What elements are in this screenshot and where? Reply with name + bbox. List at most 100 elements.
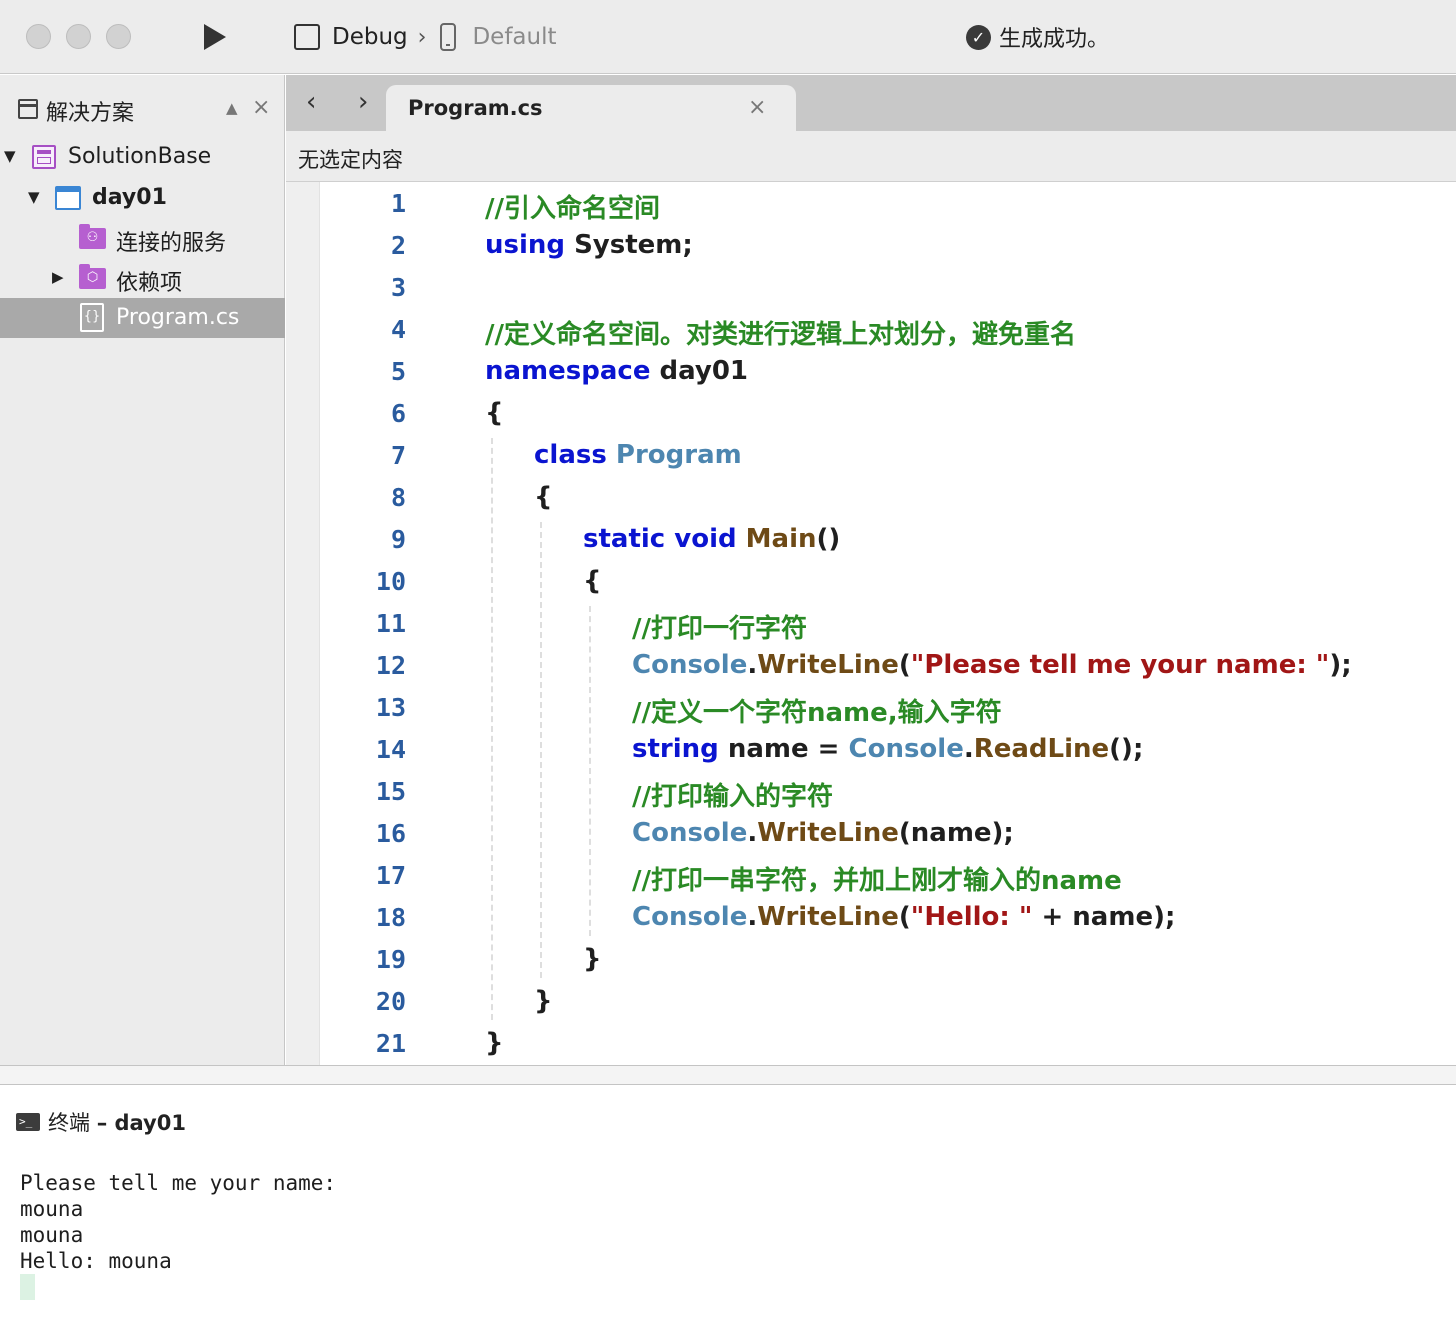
terminal-panel[interactable]: >_ 终端 – day01 Please tell me your name: … <box>0 1086 1456 1318</box>
breadcrumb-text[interactable]: 无选定内容 <box>298 144 403 174</box>
code-token: WriteLine <box>757 650 899 680</box>
device-icon <box>440 23 457 51</box>
close-icon[interactable]: × <box>748 95 766 120</box>
tree-item-connected-services[interactable]: ⚇ 连接的服务 <box>0 218 285 258</box>
tree-item-solution[interactable]: ▼ SolutionBase <box>0 137 285 177</box>
code-token: Program <box>615 440 742 470</box>
code-line[interactable]: 10 { <box>320 560 1450 602</box>
line-number: 5 <box>390 357 406 386</box>
back-icon[interactable]: ‹ <box>306 89 316 115</box>
line-number: 3 <box>390 273 406 302</box>
code-line[interactable]: 6{ <box>320 392 1450 434</box>
code-line[interactable]: 13 //定义一个字符name,输入字符 <box>320 686 1450 728</box>
code-token: ( <box>898 902 911 932</box>
code-text: { <box>534 482 553 512</box>
code-token: () <box>816 524 841 554</box>
terminal-title: 终端 – day01 <box>48 1111 186 1135</box>
tree-item-label: SolutionBase <box>68 144 212 169</box>
code-line[interactable]: 1 //引入命名空间 <box>320 182 1450 224</box>
code-token: //打印一行字符 <box>632 614 807 644</box>
code-text: } <box>485 1028 504 1058</box>
code-token: void <box>674 524 737 554</box>
panel-icon <box>18 99 38 119</box>
tree-item-label: day01 <box>92 185 167 210</box>
code-line[interactable]: 20} <box>320 980 1450 1022</box>
toolbar: Debug › Default ✓ 生成成功。 <box>0 0 1456 74</box>
configuration-selector[interactable]: Debug › Default <box>294 20 557 54</box>
code-line[interactable]: 11 //打印一行字符 <box>320 602 1450 644</box>
terminal-output: Please tell me your name: mouna mouna He… <box>20 1170 336 1274</box>
code-token: //打印一串字符，并加上刚才输入的name <box>632 866 1122 896</box>
code-token: WriteLine <box>757 902 899 932</box>
gutter <box>286 182 320 1065</box>
line-number: 18 <box>375 903 406 932</box>
code-line[interactable]: 12 Console.WriteLine("Please tell me your… <box>320 644 1450 686</box>
code-token: } <box>534 986 553 1016</box>
code-line[interactable]: 18 Console.WriteLine("Hello: " + name); <box>320 896 1450 938</box>
code-token: name = <box>718 734 849 764</box>
minimize-window-button[interactable] <box>66 24 91 49</box>
code-editor[interactable]: 1 //引入命名空间 2 using System; 3 4 //定义命名空间。对类进行逻辑… <box>286 182 1456 1065</box>
indent-guide <box>540 522 542 978</box>
solution-explorer-header: 解决方案 ▲ × <box>0 75 285 145</box>
code-line[interactable]: 8{ <box>320 476 1450 518</box>
code-text: //定义命名空间。对类进行逻辑上对划分，避免重名 <box>485 314 1076 351</box>
terminal-icon: >_ <box>16 1113 40 1131</box>
disclosure-collapsed-icon[interactable]: ▶ <box>52 268 64 286</box>
code-line[interactable]: 2 using System; <box>320 224 1450 266</box>
code-token: + name); <box>1032 902 1176 932</box>
connected-services-folder-icon: ⚇ <box>79 224 106 249</box>
code-text: Console.WriteLine(name); <box>632 818 1014 848</box>
disclosure-expanded-icon[interactable]: ▼ <box>4 147 16 165</box>
tab-program-cs[interactable]: Program.cs × <box>386 85 796 131</box>
dependencies-folder-icon: ⬡ <box>79 264 106 289</box>
code-token: Console <box>848 734 964 764</box>
tab-bar: ‹ › Program.cs × <box>286 75 1456 131</box>
tree-item-project[interactable]: ▼ day01 <box>0 178 285 218</box>
code-line[interactable]: 9 static void Main() <box>320 518 1450 560</box>
code-line[interactable]: 17 //打印一串字符，并加上刚才输入的name <box>320 854 1450 896</box>
code-line[interactable]: 19} <box>320 938 1450 980</box>
line-number: 20 <box>375 987 406 1016</box>
code-token: Console <box>632 902 748 932</box>
code-line[interactable]: 21} <box>320 1022 1450 1064</box>
code-line[interactable]: 16 Console.WriteLine(name); <box>320 812 1450 854</box>
close-icon[interactable]: × <box>252 95 270 120</box>
line-number: 12 <box>375 651 406 680</box>
tree-item-dependencies[interactable]: ▶ ⬡ 依赖项 <box>0 258 285 298</box>
code-line[interactable]: 15 //打印输入的字符 <box>320 770 1450 812</box>
code-text: static void Main() <box>583 524 840 554</box>
code-text: string name = Console.ReadLine(); <box>632 734 1143 764</box>
device-label[interactable]: Default <box>472 24 556 50</box>
zoom-window-button[interactable] <box>106 24 131 49</box>
code-line[interactable]: 3 <box>320 266 1450 308</box>
code-line[interactable]: 14 string name = Console.ReadLine(); <box>320 728 1450 770</box>
solution-icon <box>32 145 56 169</box>
tab-label: Program.cs <box>408 96 543 120</box>
code-token: Main <box>745 524 817 554</box>
code-line[interactable]: 7 class Program <box>320 434 1450 476</box>
code-token: ); <box>1329 650 1352 680</box>
code-text: } <box>534 986 553 1016</box>
terminal-cursor <box>20 1274 35 1300</box>
configuration-label[interactable]: Debug <box>332 24 408 50</box>
pin-icon[interactable]: ▲ <box>226 99 238 117</box>
code-line[interactable]: 5 namespace day01 <box>320 350 1450 392</box>
run-button[interactable] <box>198 20 230 54</box>
configuration-icon <box>294 24 320 50</box>
forward-icon[interactable]: › <box>358 89 368 115</box>
code-token: . <box>747 818 758 848</box>
code-text: //引入命名空间 <box>485 188 660 225</box>
close-window-button[interactable] <box>26 24 51 49</box>
code-token: System; <box>565 230 693 260</box>
code-token: { <box>485 398 504 428</box>
disclosure-expanded-icon[interactable]: ▼ <box>28 188 40 206</box>
check-circle-icon: ✓ <box>966 24 991 50</box>
code-token: ReadLine <box>973 734 1110 764</box>
terminal-line: Please tell me your name: <box>20 1171 337 1195</box>
panel-divider[interactable] <box>0 1065 1456 1085</box>
tree-item-program-cs[interactable]: {} Program.cs <box>0 298 285 338</box>
code-text: Console.WriteLine("Please tell me your n… <box>632 650 1352 680</box>
code-line[interactable]: 4 //定义命名空间。对类进行逻辑上对划分，避免重名 <box>320 308 1450 350</box>
